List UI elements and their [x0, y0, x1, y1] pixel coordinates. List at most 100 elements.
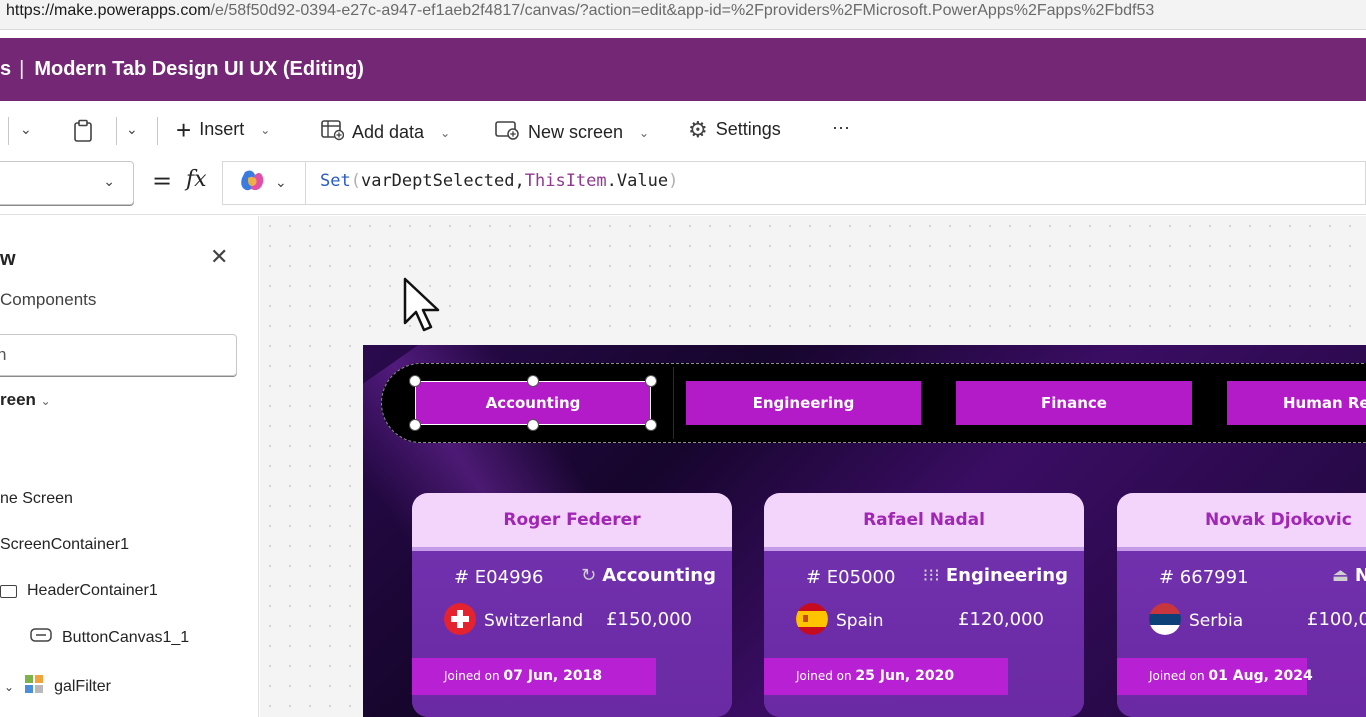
copilot-icon — [239, 169, 265, 197]
chevron-down-icon: ⌄ — [260, 122, 271, 137]
employee-country: Serbia — [1189, 611, 1244, 631]
components-tab[interactable]: Components — [0, 290, 96, 310]
title-separator: | — [19, 58, 25, 80]
more-icon: ··· — [832, 117, 850, 137]
employee-salary: £150,000 — [606, 609, 692, 630]
employee-card[interactable]: Roger Federer # E04996 ↻ Accounting Switz… — [412, 493, 732, 717]
paste-button[interactable] — [72, 119, 94, 148]
add-data-button[interactable]: Add data ⌄ — [320, 119, 450, 146]
tree-item-screen[interactable]: ne Screen — [0, 490, 73, 508]
app-title-bar: s | Modern Tab Design UI UX (Editing) — [0, 38, 1366, 101]
joined-date-badge: Joined on 01 Aug, 2024 — [1117, 658, 1313, 695]
pane-title: w — [0, 248, 16, 270]
employee-id: # E04996 — [454, 567, 544, 588]
add-data-label: Add data — [352, 122, 425, 142]
copilot-button[interactable]: ⌄ — [222, 161, 306, 205]
tree-item-galfilter[interactable]: ⌄ galFilter — [4, 674, 111, 699]
resize-handle[interactable] — [645, 419, 657, 431]
department-icon: ⁝⁝⁝ — [922, 565, 940, 586]
employee-name: Rafael Nadal — [764, 493, 1084, 547]
chevron-down-icon: ⌄ — [103, 174, 115, 190]
employee-department: ⏏ N — [1332, 565, 1366, 586]
formula-paren-close: ) — [668, 171, 679, 191]
chevron-down-icon: ⌄ — [20, 121, 32, 137]
resize-handle[interactable] — [527, 375, 539, 387]
joined-date-badge: Joined on 25 Jun, 2020 — [764, 658, 1008, 695]
new-screen-label: New screen — [528, 122, 624, 142]
formula-function: Set — [320, 171, 351, 191]
tree-item-label: ne Screen — [0, 490, 73, 507]
more-commands-button[interactable]: ··· — [832, 117, 850, 138]
tree-item-label: galFilter — [54, 677, 111, 695]
formula-input[interactable]: Set(varDeptSelected,ThisItem.Value) — [305, 161, 1366, 205]
new-screen-icon — [494, 119, 520, 146]
title-prefix: s — [0, 58, 12, 80]
card-body: # E04996 ↻ Accounting Switzerland £150,00… — [412, 551, 732, 717]
clipboard-icon — [72, 119, 94, 148]
employee-card[interactable]: Novak Djokovic # 667991 ⏏ N Serbia £100,0… — [1117, 493, 1366, 717]
employee-country: Spain — [836, 611, 884, 631]
employee-department: ⁝⁝⁝ Engineering — [923, 565, 1068, 586]
undo-dropdown-chevron[interactable]: ⌄ — [20, 121, 32, 138]
toolbar-divider — [8, 117, 9, 145]
spain-flag-icon — [796, 603, 828, 635]
toolbar-divider — [116, 117, 117, 145]
joined-prefix: Joined on — [444, 669, 500, 683]
resize-handle[interactable] — [527, 419, 539, 431]
department-label: N — [1354, 565, 1366, 586]
chevron-down-icon[interactable]: ⌄ — [4, 680, 14, 694]
new-screen-button[interactable]: New screen ⌄ — [494, 119, 649, 146]
joined-date: 01 Aug, 2024 — [1208, 668, 1313, 684]
tab-finance[interactable]: Finance — [956, 381, 1192, 425]
employee-salary: £100,0 — [1307, 609, 1366, 630]
employee-id: # E05000 — [806, 567, 896, 588]
table-icon — [320, 119, 345, 146]
settings-button[interactable]: ⚙ Settings — [688, 116, 781, 142]
property-dropdown[interactable]: ⌄ — [0, 161, 134, 205]
toolbar-divider — [157, 117, 158, 145]
tree-item-screencontainer[interactable]: ScreenContainer1 — [0, 536, 129, 554]
switzerland-flag-icon — [444, 603, 476, 635]
employee-name: Novak Djokovic — [1117, 493, 1366, 547]
resize-handle[interactable] — [409, 419, 421, 431]
tree-item-headercontainer[interactable]: HeaderContainer1 — [0, 582, 158, 600]
fx-icon: fx — [186, 167, 207, 192]
close-icon[interactable]: ✕ — [210, 244, 228, 270]
employee-salary: £120,000 — [958, 609, 1044, 630]
formula-dot: . — [606, 171, 617, 191]
employee-card[interactable]: Rafael Nadal # E05000 ⁝⁝⁝ Engineering Spa… — [764, 493, 1084, 717]
tree-item-buttoncanvas[interactable]: ButtonCanvas1_1 — [30, 628, 189, 647]
screen-picker[interactable]: reen ⌄ — [0, 390, 51, 410]
card-body: # E05000 ⁝⁝⁝ Engineering Spain £120,000 J… — [764, 551, 1084, 717]
employee-name: Roger Federer — [412, 493, 732, 547]
formula-property: Value — [616, 171, 669, 191]
formula-paren-open: ( — [350, 171, 361, 191]
url-path: /e/58f50d92-0394-e27c-a947-ef1aeb2f4817/… — [210, 2, 1155, 19]
gear-icon: ⚙ — [688, 116, 708, 142]
url-host: https://make.powerapps.com — [6, 2, 211, 19]
tab-human-resources[interactable]: Human Reso — [1227, 381, 1366, 425]
resize-handle[interactable] — [645, 375, 657, 387]
paste-dropdown-chevron[interactable]: ⌄ — [126, 121, 138, 138]
plus-icon: + — [176, 114, 192, 145]
command-bar: ⌄ ⌄ + Insert ⌄ Add data ⌄ New screen ⌄ ⚙… — [0, 101, 1366, 161]
department-label: Accounting — [602, 565, 716, 586]
browser-url-bar[interactable]: https://make.powerapps.com/e/58f50d92-03… — [0, 0, 1366, 30]
department-icon: ⏏ — [1331, 565, 1349, 586]
resize-handle[interactable] — [409, 375, 421, 387]
employee-country: Switzerland — [484, 611, 584, 631]
tree-item-label: ButtonCanvas1_1 — [62, 628, 190, 646]
button-icon — [30, 628, 52, 647]
insert-button[interactable]: + Insert ⌄ — [176, 114, 271, 145]
joined-prefix: Joined on — [1149, 669, 1205, 683]
settings-label: Settings — [715, 119, 781, 139]
container-icon — [0, 584, 17, 598]
app-title: Modern Tab Design UI UX (Editing) — [34, 58, 364, 80]
tree-search-input[interactable]: h — [0, 334, 237, 376]
joined-prefix: Joined on — [796, 669, 852, 683]
tab-engineering[interactable]: Engineering — [686, 381, 921, 425]
gallery-divider — [673, 367, 674, 439]
joined-date: 07 Jun, 2018 — [503, 668, 603, 684]
card-body: # 667991 ⏏ N Serbia £100,0 Joined on 01 A… — [1117, 551, 1366, 717]
tree-item-label: ScreenContainer1 — [0, 536, 129, 553]
